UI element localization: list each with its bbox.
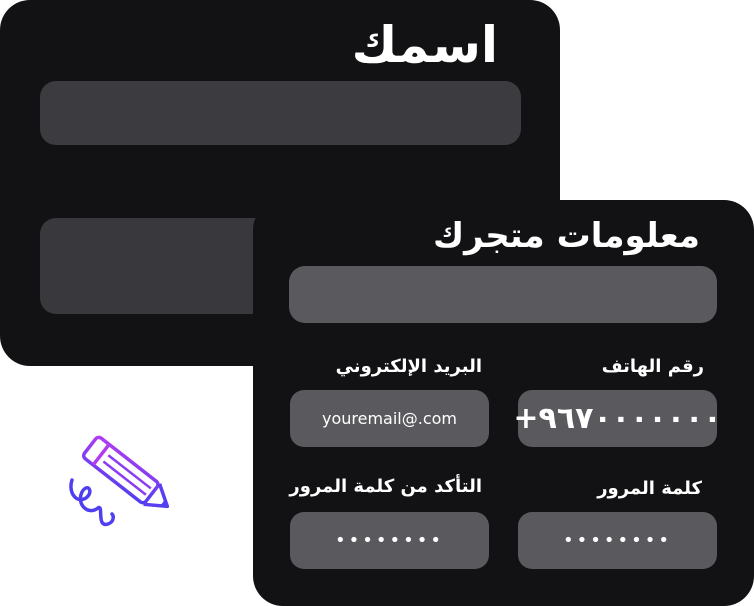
phone-label: رقم الهاتف bbox=[601, 356, 704, 377]
phone-input[interactable]: +٩٦٧٠٠٠٠٠٠٠ bbox=[513, 390, 721, 447]
password-label: كلمة المرور bbox=[597, 478, 702, 499]
password-value: •••••••• bbox=[563, 530, 672, 551]
store-info-card: معلومات متجرك رقم الهاتف البريد الإلكترو… bbox=[253, 200, 754, 606]
password-input[interactable]: •••••••• bbox=[518, 512, 717, 569]
signup-illustration: اسمك معلومات متجرك رقم الهاتف البريد الإ… bbox=[0, 0, 754, 606]
email-input[interactable]: youremail@.com bbox=[290, 390, 489, 447]
store-info-title: معلومات متجرك bbox=[432, 216, 700, 256]
name-input[interactable] bbox=[40, 81, 521, 145]
email-value: youremail@.com bbox=[321, 409, 457, 428]
pencil-icon bbox=[69, 435, 170, 527]
email-label: البريد الإلكتروني bbox=[335, 356, 482, 377]
confirm-password-label: التأكد من كلمة المرور bbox=[289, 476, 482, 497]
phone-value: +٩٦٧٠٠٠٠٠٠٠ bbox=[513, 401, 722, 436]
confirm-password-input[interactable]: •••••••• bbox=[290, 512, 489, 569]
store-name-input[interactable] bbox=[289, 266, 717, 323]
confirm-password-value: •••••••• bbox=[335, 530, 444, 551]
name-card-title: اسمك bbox=[351, 16, 498, 74]
